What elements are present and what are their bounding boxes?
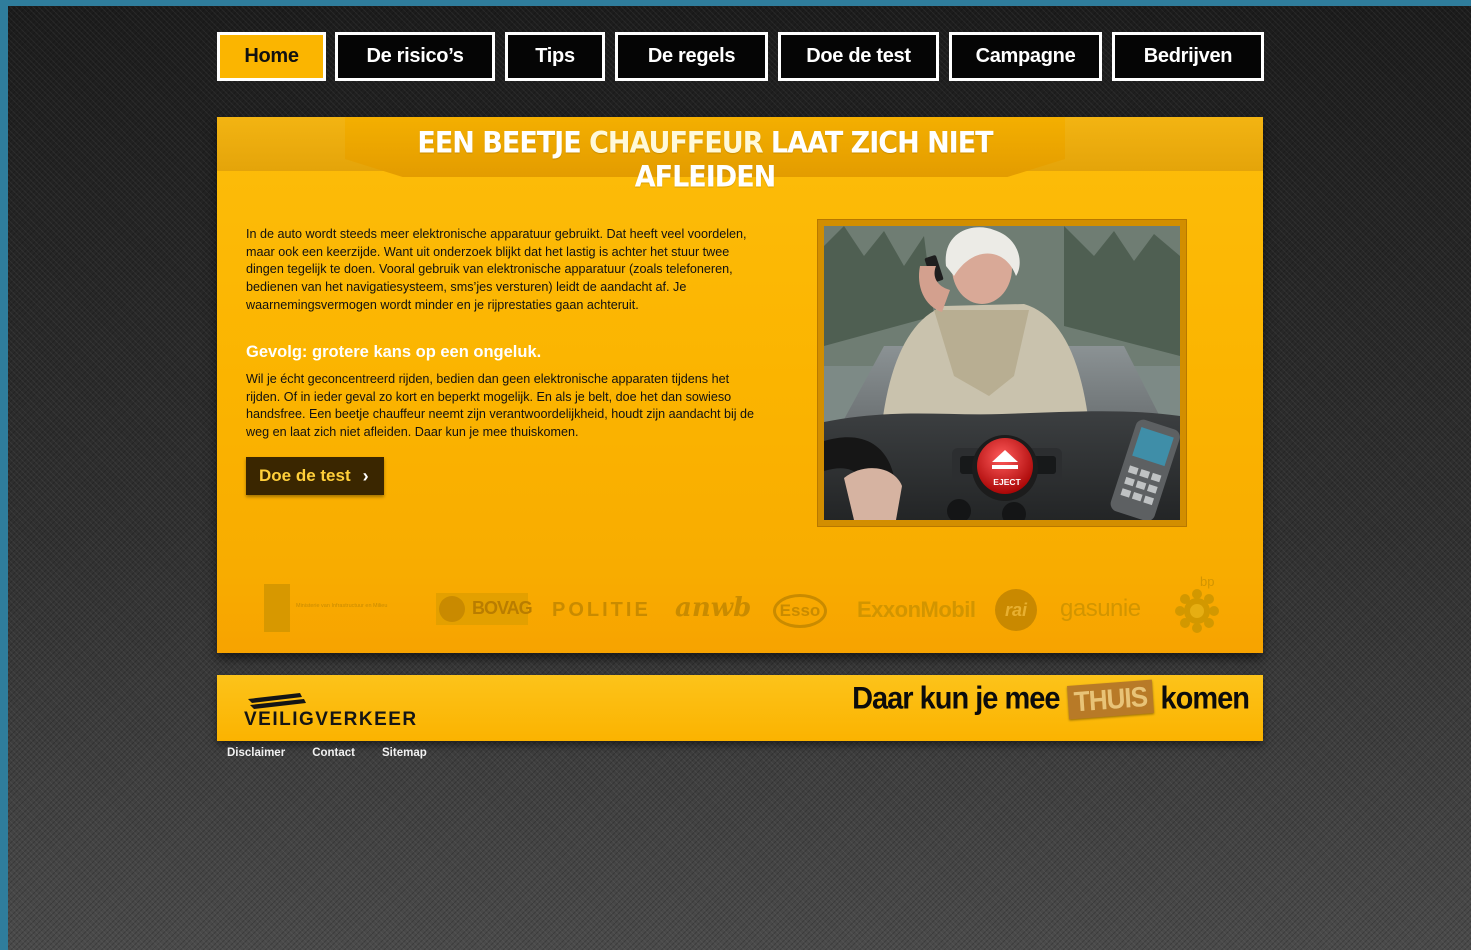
consequence-heading: Gevolg: grotere kans op een ongeluk.	[246, 343, 542, 361]
page-headline: EEN BEETJE CHAUFFEUR LAAT ZICH NIET AFLE…	[417, 125, 993, 195]
partner-logos: Ministerie van Infrastructuur en Milieu …	[217, 567, 1263, 633]
nav-item-risicos[interactable]: De risico’s	[335, 32, 495, 81]
logo-rai: rai	[995, 589, 1037, 631]
doe-de-test-button[interactable]: Doe de test ›	[246, 457, 384, 495]
logo-anwb: anwb	[675, 593, 752, 623]
logo-ministry: Ministerie van Infrastructuur en Milieu	[296, 603, 388, 609]
campaign-slogan: Daar kun je mee THUIS komen	[852, 677, 1250, 720]
intro-paragraph: In de auto wordt steeds meer elektronisc…	[246, 227, 747, 312]
cta-label: Doe de test	[259, 466, 351, 485]
advice-paragraph: Wil je écht geconcentreerd rijden, bedie…	[246, 372, 755, 440]
logo-gasunie: gasunie	[1060, 595, 1141, 622]
eject-icon[interactable]: EJECT	[972, 435, 1038, 501]
logo-bovag: BOVAG	[436, 593, 533, 625]
eject-label: EJECT	[993, 477, 1021, 487]
rai-label: rai	[1004, 599, 1028, 620]
campaign-image-frame: EJECT	[817, 219, 1187, 527]
bovag-icon	[439, 596, 465, 622]
logo-bp-text: bp	[1200, 574, 1215, 589]
campaign-image[interactable]: EJECT	[824, 226, 1180, 520]
esso-label: Esso	[779, 601, 821, 620]
nav-item-bedrijven[interactable]: Bedrijven	[1112, 32, 1264, 81]
brand-name: VEILIGVERKEER	[244, 709, 418, 729]
bp-sunflower-icon	[1175, 589, 1219, 633]
nav-item-tips[interactable]: Tips	[505, 32, 605, 81]
sitemap-link[interactable]: Sitemap	[382, 747, 427, 759]
chevron-right-icon: ›	[362, 465, 369, 486]
veilig-verkeer-logo[interactable]: VEILIGVERKEER	[242, 685, 422, 734]
nav-item-campagne[interactable]: Campagne	[949, 32, 1102, 81]
contact-link[interactable]: Contact	[312, 747, 355, 759]
footer-bar: VEILIGVERKEER Daar kun je mee THUIS kome…	[217, 675, 1263, 741]
slogan-thuis-tag: THUIS	[1066, 679, 1154, 719]
logo-politie: POLITIE	[552, 599, 651, 621]
nav-item-regels[interactable]: De regels	[615, 32, 768, 81]
slogan-part-2: komen	[1160, 681, 1250, 716]
logo-exxonmobil: ExxonMobil	[857, 597, 976, 622]
bovag-label: BOVAG	[472, 598, 533, 618]
disclaimer-link[interactable]: Disclaimer	[227, 747, 285, 759]
main-panel: EEN BEETJE CHAUFFEUR LAAT ZICH NIET AFLE…	[217, 117, 1263, 653]
footer-links: Disclaimer Contact Sitemap	[227, 747, 454, 759]
ministry-crest-icon	[264, 584, 290, 632]
slogan-part-1: Daar kun je mee	[852, 681, 1060, 716]
logo-esso: Esso	[773, 594, 827, 628]
nav-item-home[interactable]: Home	[217, 32, 326, 81]
nav-item-doe-de-test[interactable]: Doe de test	[778, 32, 939, 81]
